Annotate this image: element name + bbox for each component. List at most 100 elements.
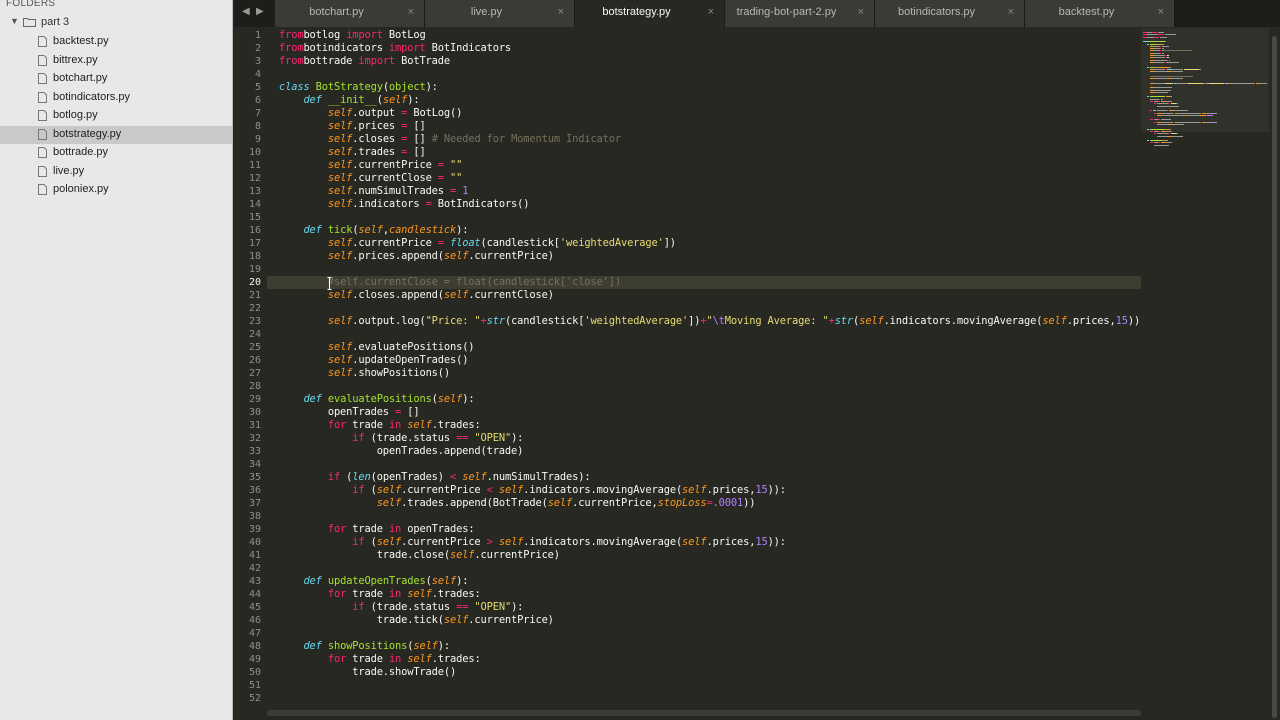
code-line[interactable]: self.currentClose = "" (279, 172, 463, 185)
editor-tab[interactable]: trading-bot-part-2.py × (725, 0, 875, 27)
code-token: openTrades.append(trade) (279, 445, 524, 457)
code-line[interactable]: def __init__(self): (279, 94, 419, 107)
code-line[interactable]: self.updateOpenTrades() (279, 354, 469, 367)
minimap-line (1214, 112, 1217, 114)
code-line[interactable]: self.indicators = BotIndicators() (279, 198, 530, 211)
code-line[interactable]: if (self.currentPrice < self.indicators.… (279, 484, 786, 497)
code-line[interactable]: for trade in self.trades: (279, 419, 481, 432)
minimap-line (1143, 41, 1148, 43)
code-line[interactable]: for trade in openTrades: (279, 523, 475, 536)
code-line[interactable]: if (len(openTrades) < self.numSimulTrade… (279, 471, 591, 484)
close-tab-icon[interactable]: × (408, 6, 414, 18)
code-token: in (388, 653, 402, 665)
editor-tab[interactable]: botindicators.py × (875, 0, 1025, 27)
line-number: 49 (248, 654, 261, 665)
code-line[interactable]: for trade in self.trades: (279, 588, 481, 601)
sidebar-file-item[interactable]: bittrex.py (0, 52, 232, 70)
code-line[interactable]: self.prices = [] (279, 120, 426, 133)
sidebar-file-item[interactable]: bottrade.py (0, 144, 232, 162)
code-line[interactable]: openTrades.append(trade) (279, 445, 524, 458)
close-tab-icon[interactable]: × (1158, 6, 1164, 18)
code-line[interactable]: self.prices.append(self.currentPrice) (279, 250, 554, 263)
code-line[interactable]: trade.close(self.currentPrice) (279, 549, 560, 562)
code-line[interactable]: frombotindicators import BotIndicators (279, 42, 511, 55)
sidebar-file-label: botindicators.py (53, 90, 131, 103)
vertical-scrollbar[interactable] (1269, 28, 1280, 720)
minimap[interactable] (1141, 28, 1269, 720)
code-token: .output (352, 107, 402, 119)
code-token: .currentPrice) (468, 250, 554, 262)
line-number: 7 (254, 108, 261, 119)
disclosure-down-icon[interactable]: ▼ (10, 16, 19, 26)
code-line[interactable]: self.currentPrice = "" (279, 159, 463, 172)
nav-back-icon[interactable]: ◀ (242, 6, 250, 17)
code-line[interactable]: class BotStrategy(object): (279, 81, 438, 94)
code-token: .output.log( (352, 315, 426, 327)
code-line[interactable]: frombotlog import BotLog (279, 29, 426, 42)
code-line[interactable]: if (trade.status == "OPEN"): (279, 432, 523, 445)
code-token: self (498, 484, 524, 496)
code-line[interactable]: self.trades.append(BotTrade(self.current… (279, 497, 756, 510)
horizontal-scrollbar-thumb[interactable] (267, 710, 1141, 716)
code-line[interactable]: def evaluatePositions(self): (279, 393, 474, 406)
code-token: def (303, 393, 322, 405)
code-line[interactable]: self.showPositions() (279, 367, 450, 380)
vertical-scrollbar-thumb[interactable] (1272, 36, 1277, 718)
close-tab-icon[interactable]: × (1008, 6, 1014, 18)
code-token: .indicators (352, 198, 426, 210)
code-line[interactable]: self.currentPrice = float(candlestick['w… (279, 237, 676, 250)
code-line[interactable]: self.evaluatePositions() (279, 341, 475, 354)
close-tab-icon[interactable]: × (708, 6, 714, 18)
minimap-line (1168, 103, 1170, 105)
code-line[interactable]: self.output = BotLog() (279, 107, 463, 120)
minimap-line (1156, 110, 1168, 112)
line-number: 1 (254, 30, 261, 41)
file-icon (38, 91, 47, 103)
code-line[interactable]: self.numSimulTrades = 1 (279, 185, 469, 198)
code-line[interactable]: trade.tick(self.currentPrice) (279, 614, 554, 627)
editor-tab[interactable]: backtest.py × (1025, 0, 1175, 27)
code-line[interactable]: self.closes.append(self.currentClose) (279, 289, 554, 302)
line-number: 12 (248, 173, 261, 184)
code-token: BotLog (382, 29, 426, 41)
editor-tab[interactable]: botstrategy.py × (575, 0, 725, 27)
code-line[interactable]: def tick(self,candlestick): (279, 224, 468, 237)
editor-tab[interactable]: botchart.py × (275, 0, 425, 27)
sidebar-file-item[interactable]: poloniex.py (0, 181, 232, 199)
folder-part-3[interactable]: ▼ part 3 (0, 14, 232, 32)
line-number: 45 (248, 602, 261, 613)
line-number: 2 (254, 43, 261, 54)
code-line[interactable]: openTrades = [] (279, 406, 420, 419)
code-line[interactable]: self.closes = [] # Needed for Momentum I… (279, 133, 621, 146)
code-line[interactable]: def updateOpenTrades(self): (279, 575, 468, 588)
code-token: showPositions (327, 640, 408, 652)
sidebar-file-item[interactable]: live.py (0, 163, 232, 181)
code-line[interactable]: frombottrade import BotTrade (279, 55, 450, 68)
line-number: 46 (248, 615, 261, 626)
close-tab-icon[interactable]: × (558, 6, 564, 18)
close-tab-icon[interactable]: × (858, 6, 864, 18)
minimap-line (1153, 57, 1166, 59)
code-line[interactable]: trade.showTrade() (279, 666, 456, 679)
horizontal-scrollbar[interactable] (267, 706, 1141, 720)
sidebar-file-item[interactable]: backtest.py (0, 33, 232, 51)
code-line[interactable]: self.output.log("Price: "+str(candlestic… (279, 315, 1140, 328)
sidebar-file-item[interactable]: botchart.py (0, 70, 232, 88)
sidebar-file-item[interactable]: botlog.py (0, 107, 232, 125)
code-line[interactable]: if (trade.status == "OPEN"): (279, 601, 523, 614)
minimap-line (1146, 43, 1150, 45)
nav-forward-icon[interactable]: ▶ (256, 6, 264, 17)
sidebar-file-item[interactable]: botindicators.py (0, 89, 232, 107)
code-editor[interactable]: frombotlog import BotLog frombotindicator… (267, 28, 1144, 720)
sidebar-file-item[interactable]: botstrategy.py (0, 125, 232, 144)
code-line[interactable]: def showPositions(self): (279, 640, 450, 653)
minimap-line (1178, 112, 1202, 114)
code-line[interactable]: self.trades = [] (279, 146, 426, 159)
code-line[interactable]: if (self.currentPrice > self.indicators.… (279, 536, 786, 549)
minimap-line (1161, 45, 1170, 47)
editor-tab[interactable]: live.py × (425, 0, 575, 27)
file-icon (38, 36, 47, 47)
code-line[interactable]: for trade in self.trades: (279, 653, 481, 666)
